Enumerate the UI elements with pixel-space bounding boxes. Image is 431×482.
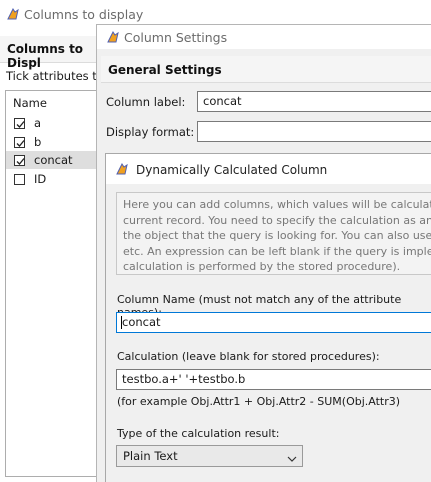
hint-line: Here you can add columns, which values w… xyxy=(123,198,431,211)
calc-hint-box: Here you can add columns, which values w… xyxy=(116,192,431,275)
list-item-b[interactable]: b xyxy=(6,133,106,151)
app-icon xyxy=(115,162,129,176)
hint-line: calculation is performed by the stored p… xyxy=(123,260,401,273)
checkbox-b[interactable] xyxy=(14,137,25,148)
general-settings-band: General Settings xyxy=(101,56,431,83)
checkbox-a[interactable] xyxy=(14,118,25,129)
list-item-concat[interactable]: concat xyxy=(6,151,106,169)
general-settings-header: General Settings xyxy=(108,63,222,77)
calc-dialog: Dynamically Calculated Column Here you c… xyxy=(105,153,431,482)
columns-list[interactable]: Name a b concat ID xyxy=(5,90,106,477)
columns-window-title: Columns to display xyxy=(24,7,144,22)
result-type-select[interactable]: Plain Text xyxy=(116,445,303,467)
app-icon xyxy=(106,30,120,44)
list-item-id[interactable]: ID xyxy=(6,170,106,188)
checkbox-concat[interactable] xyxy=(14,155,25,166)
calc-dialog-titlebar: Dynamically Calculated Column xyxy=(106,154,431,184)
checkbox-id[interactable] xyxy=(14,174,25,185)
display-format-label: Display format: xyxy=(106,125,195,139)
hint-line: the object that the query is looking for… xyxy=(123,229,431,242)
calculation-example: (for example Obj.Attr1 + Obj.Attr2 - SUM… xyxy=(117,395,401,408)
chevron-down-icon xyxy=(287,452,297,466)
display-format-input[interactable] xyxy=(197,121,431,142)
calculation-label: Calculation (leave blank for stored proc… xyxy=(117,350,380,363)
column-name-input[interactable]: concat xyxy=(116,312,431,333)
calc-dialog-title: Dynamically Calculated Column xyxy=(136,163,328,177)
list-item-label: a xyxy=(34,116,42,130)
hint-line: etc. An expression can be left blank if … xyxy=(123,244,431,258)
hint-line: current record. You need to specify the … xyxy=(123,213,431,227)
columns-header-band: Columns to Displ xyxy=(0,36,110,70)
text-cursor xyxy=(121,316,122,329)
column-settings-titlebar: Column Settings xyxy=(97,25,431,49)
list-item-a[interactable]: a xyxy=(6,114,106,132)
result-type-label: Type of the calculation result: xyxy=(117,427,280,440)
app-icon xyxy=(6,7,20,21)
calculation-input[interactable]: testbo.a+' '+testbo.b xyxy=(116,369,431,390)
column-name-value: concat xyxy=(122,315,161,329)
columns-header: Columns to Displ xyxy=(7,42,84,70)
list-item-label: concat xyxy=(34,153,73,167)
list-item-label: b xyxy=(34,135,42,149)
column-label-label: Column label: xyxy=(106,95,186,109)
list-header-name: Name xyxy=(13,96,47,110)
result-type-value: Plain Text xyxy=(123,449,178,463)
list-item-label: ID xyxy=(34,172,47,186)
column-label-input[interactable]: concat xyxy=(197,91,431,112)
column-settings-title: Column Settings xyxy=(124,30,228,45)
